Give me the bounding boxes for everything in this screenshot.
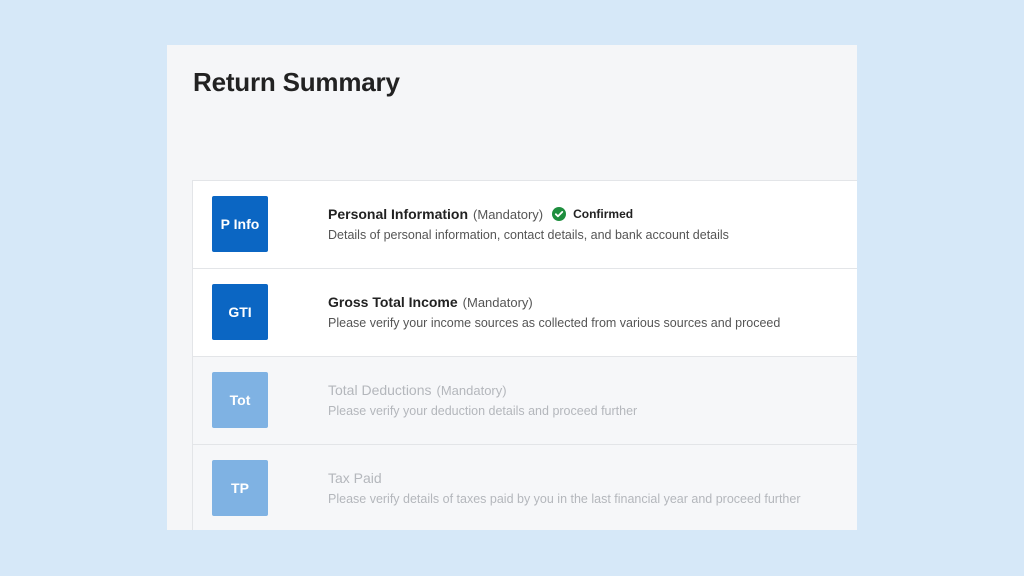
section-title-line: Personal Information (Mandatory) Confirm… <box>328 205 848 223</box>
section-badge: TP <box>212 460 268 516</box>
mandatory-tag: (Mandatory) <box>473 206 544 222</box>
return-summary-panel: Return Summary P Info Personal Informati… <box>167 45 857 530</box>
section-title-line: Gross Total Income (Mandatory) <box>328 293 848 311</box>
section-badge[interactable]: GTI <box>212 284 268 340</box>
section-card-total-deductions: Tot Total Deductions (Mandatory) Please … <box>193 357 857 445</box>
section-title: Total Deductions <box>328 382 432 398</box>
section-badge[interactable]: P Info <box>212 196 268 252</box>
mandatory-tag: (Mandatory) <box>436 382 507 398</box>
check-circle-icon <box>552 207 567 221</box>
section-text: Tax Paid Please verify details of taxes … <box>328 469 848 506</box>
section-description: Please verify your deduction details and… <box>328 404 638 418</box>
section-description: Please verify your income sources as col… <box>328 316 781 330</box>
section-title-line: Tax Paid <box>328 469 848 487</box>
section-title: Tax Paid <box>328 470 382 486</box>
section-title-line: Total Deductions (Mandatory) <box>328 381 848 399</box>
section-card-gross-total-income[interactable]: GTI Gross Total Income (Mandatory) Pleas… <box>193 269 857 357</box>
section-text: Personal Information (Mandatory) Confirm… <box>328 205 848 242</box>
section-card-tax-paid: TP Tax Paid Please verify details of tax… <box>193 445 857 530</box>
section-text: Total Deductions (Mandatory) Please veri… <box>328 381 848 418</box>
section-description: Please verify details of taxes paid by y… <box>328 492 801 506</box>
section-list: P Info Personal Information (Mandatory) … <box>192 180 857 530</box>
mandatory-tag: (Mandatory) <box>462 294 533 310</box>
section-title[interactable]: Gross Total Income <box>328 294 458 310</box>
section-badge: Tot <box>212 372 268 428</box>
status-badge: Confirmed <box>552 207 633 221</box>
page-title: Return Summary <box>193 67 400 97</box>
section-card-personal-information[interactable]: P Info Personal Information (Mandatory) … <box>193 181 857 269</box>
status-label: Confirmed <box>573 207 634 221</box>
section-description: Details of personal information, contact… <box>328 228 729 242</box>
section-title[interactable]: Personal Information <box>328 206 468 222</box>
section-text: Gross Total Income (Mandatory) Please ve… <box>328 293 848 330</box>
